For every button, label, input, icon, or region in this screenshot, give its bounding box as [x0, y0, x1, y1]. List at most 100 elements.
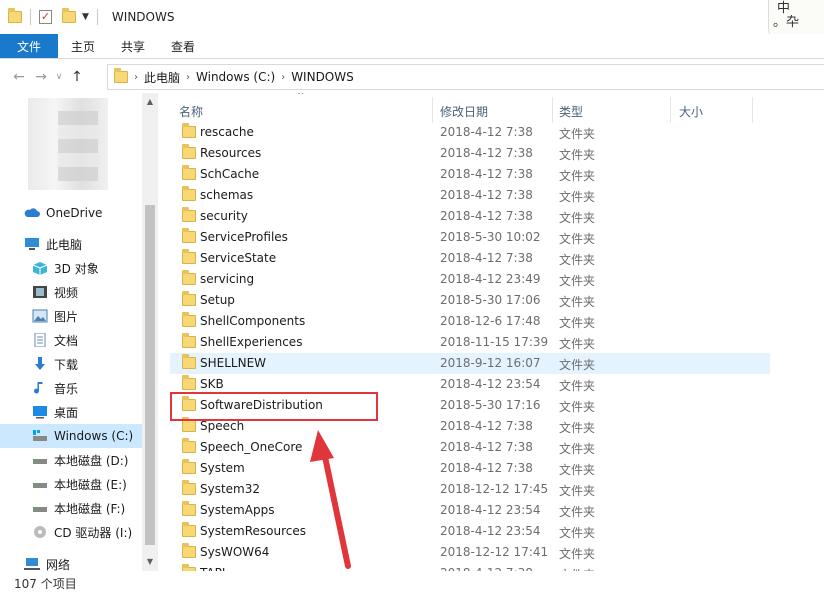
column-header-type[interactable]: 类型 — [559, 99, 583, 123]
sidebar-item-pictures[interactable]: 图片 — [32, 304, 158, 328]
file-date: 2018-5-30 17:06 — [440, 293, 541, 307]
toolbar-divider — [30, 9, 31, 25]
file-row[interactable]: Setup 2018-5-30 17:06 文件夹 — [170, 290, 770, 311]
file-row[interactable]: System32 2018-12-12 17:45 文件夹 — [170, 479, 770, 500]
file-name: schemas — [200, 188, 254, 202]
file-row[interactable]: Resources 2018-4-12 7:38 文件夹 — [170, 143, 770, 164]
column-divider[interactable] — [752, 97, 753, 123]
sidebar-item-drive-c[interactable]: Windows (C:) — [0, 424, 142, 448]
new-folder-icon[interactable] — [62, 8, 76, 23]
window-title: WINDOWS — [111, 10, 175, 24]
file-row[interactable]: ShellComponents 2018-12-6 17:48 文件夹 — [170, 311, 770, 332]
breadcrumb-drive-c[interactable]: Windows (C:) — [196, 70, 275, 84]
file-row[interactable]: SHELLNEW 2018-9-12 16:07 文件夹 — [170, 353, 770, 374]
forward-arrow-icon[interactable]: → — [30, 69, 52, 85]
sidebar-scrollbar[interactable]: ▲ ▼ — [142, 93, 158, 571]
tab-view[interactable]: 查看 — [158, 34, 208, 58]
tab-home[interactable]: 主页 — [58, 34, 108, 58]
customize-toolbar-icon[interactable]: ▼ — [82, 12, 89, 22]
sidebar-item-downloads[interactable]: 下载 — [32, 352, 158, 376]
sidebar-item-label: 音乐 — [54, 381, 79, 396]
network-icon — [24, 557, 40, 571]
recent-chevron-icon[interactable]: ∨ — [52, 72, 66, 82]
tab-share[interactable]: 共享 — [108, 34, 158, 58]
file-row[interactable]: SystemApps 2018-4-12 23:54 文件夹 — [170, 500, 770, 521]
sidebar-item-label: 本地磁盘 (E:) — [54, 477, 127, 492]
column-header-date[interactable]: 修改日期 — [440, 99, 488, 123]
column-divider[interactable] — [552, 97, 553, 123]
blurred-region — [58, 111, 98, 181]
sidebar-item-drive-d[interactable]: 本地磁盘 (D:) — [32, 448, 158, 472]
file-type: 文件夹 — [559, 253, 596, 267]
drive-icon — [32, 501, 48, 515]
sidebar-item-desktop[interactable]: 桌面 — [32, 400, 158, 424]
column-divider[interactable] — [670, 97, 671, 123]
file-type: 文件夹 — [559, 232, 596, 246]
folder-icon — [182, 333, 196, 348]
file-row[interactable]: SysWOW64 2018-12-12 17:41 文件夹 — [170, 542, 770, 563]
chevron-right-icon[interactable]: › — [281, 72, 285, 83]
file-date: 2018-4-12 23:49 — [440, 272, 541, 286]
file-type: 文件夹 — [559, 358, 596, 372]
sidebar-item-cd-drive[interactable]: CD 驱动器 (I:) — [32, 520, 158, 544]
file-date: 2018-4-12 7:38 — [440, 188, 533, 202]
file-date: 2018-12-12 17:41 — [440, 545, 549, 559]
ribbon-tabs: 文件 主页 共享 查看 — [0, 34, 824, 59]
chevron-right-icon[interactable]: › — [186, 72, 190, 83]
file-row[interactable]: servicing 2018-4-12 23:49 文件夹 — [170, 269, 770, 290]
scrollbar-thumb[interactable] — [145, 205, 155, 545]
sidebar-item-label: 图片 — [54, 309, 79, 324]
folder-icon — [182, 312, 196, 327]
column-header-name[interactable]: 名称 — [179, 99, 203, 123]
sidebar-item-music[interactable]: 音乐 — [32, 376, 158, 400]
breadcrumb-windows[interactable]: WINDOWS — [291, 70, 354, 84]
file-type: 文件夹 — [559, 421, 596, 435]
folder-icon — [182, 144, 196, 159]
file-type: 文件夹 — [559, 211, 596, 225]
sidebar-item-3d-objects[interactable]: 3D 对象 — [32, 256, 158, 280]
folder-icon — [182, 228, 196, 243]
folder-icon — [182, 438, 196, 453]
file-row[interactable]: ServiceProfiles 2018-5-30 10:02 文件夹 — [170, 227, 770, 248]
sidebar-item-network[interactable]: 网络 — [24, 552, 158, 571]
file-row[interactable]: Speech_OneCore 2018-4-12 7:38 文件夹 — [170, 437, 770, 458]
file-name: Speech — [200, 419, 245, 433]
file-row[interactable]: SystemResources 2018-4-12 23:54 文件夹 — [170, 521, 770, 542]
download-icon — [32, 357, 48, 371]
file-name: ServiceState — [200, 251, 277, 265]
status-bar: 107 个项目 — [0, 571, 824, 595]
file-row[interactable]: TAPI2018-4-12 7:38文件夹 — [170, 563, 770, 571]
column-divider[interactable] — [432, 97, 433, 123]
sidebar-item-drive-f[interactable]: 本地磁盘 (F:) — [32, 496, 158, 520]
sidebar-item-documents[interactable]: 文档 — [32, 328, 158, 352]
sidebar-item-drive-e[interactable]: 本地磁盘 (E:) — [32, 472, 158, 496]
back-arrow-icon[interactable]: ← — [8, 69, 30, 85]
sidebar-item-onedrive[interactable]: OneDrive — [24, 201, 158, 225]
column-header-size[interactable]: 大小 — [679, 99, 703, 123]
folder-icon — [182, 459, 196, 474]
up-arrow-icon[interactable]: ↑ — [66, 69, 88, 85]
breadcrumb-this-pc[interactable]: 此电脑 — [144, 69, 180, 86]
sidebar-item-this-pc[interactable]: 此电脑 — [24, 232, 158, 256]
scroll-up-icon[interactable]: ▲ — [145, 97, 155, 106]
scroll-down-icon[interactable]: ▼ — [145, 557, 155, 566]
properties-icon[interactable]: ✓ — [39, 10, 52, 24]
file-row[interactable]: SchCache 2018-4-12 7:38 文件夹 — [170, 164, 770, 185]
file-type: 文件夹 — [559, 505, 596, 519]
file-row[interactable]: ServiceState 2018-4-12 7:38 文件夹 — [170, 248, 770, 269]
file-row[interactable]: System 2018-4-12 7:38 文件夹 — [170, 458, 770, 479]
file-row[interactable]: ShellExperiences 2018-11-15 17:39 文件夹 — [170, 332, 770, 353]
file-row[interactable]: security 2018-4-12 7:38 文件夹 — [170, 206, 770, 227]
sidebar-item-label: 本地磁盘 (F:) — [54, 501, 126, 516]
cube-icon — [32, 261, 48, 275]
sidebar-item-videos[interactable]: 视频 — [32, 280, 158, 304]
file-date: 2018-4-12 23:54 — [440, 503, 541, 517]
chevron-right-icon[interactable]: › — [134, 72, 138, 83]
drive-icon — [32, 477, 48, 491]
tab-file[interactable]: 文件 — [0, 34, 59, 58]
music-icon — [32, 381, 48, 395]
file-row[interactable]: schemas 2018-4-12 7:38 文件夹 — [170, 185, 770, 206]
desktop-icon — [32, 405, 48, 419]
address-bar[interactable]: › 此电脑 › Windows (C:) › WINDOWS — [107, 64, 824, 90]
file-row[interactable]: rescache 2018-4-12 7:38 文件夹 — [170, 122, 770, 143]
